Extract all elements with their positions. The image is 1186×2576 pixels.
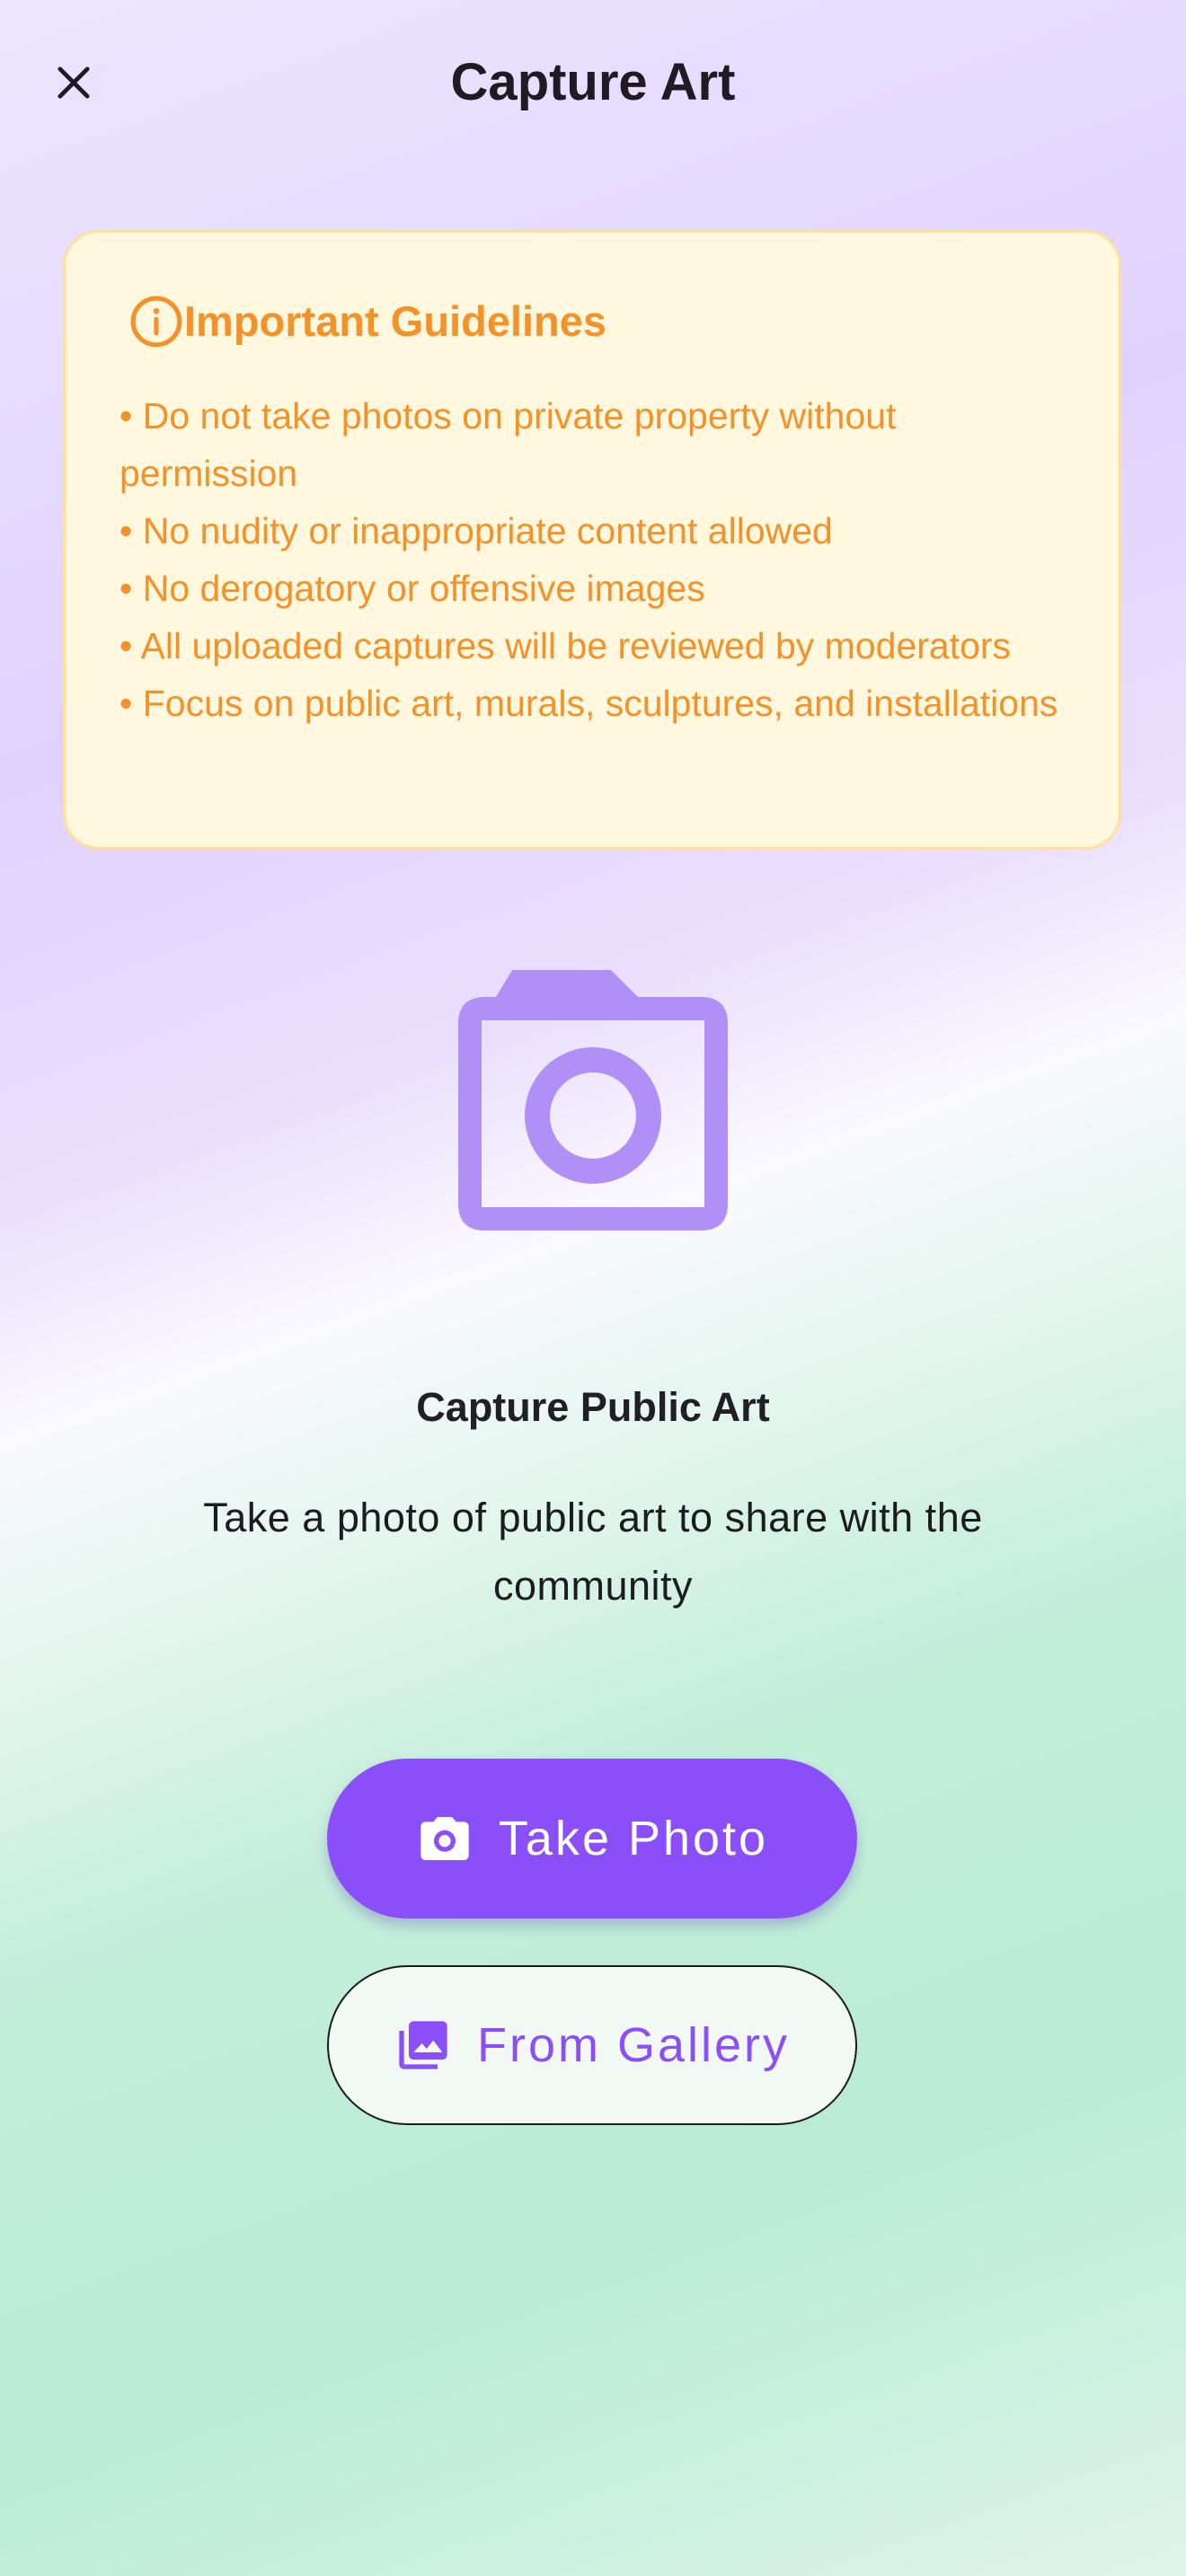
camera-icon [420, 1817, 469, 1860]
capture-art-screen: Capture Art Important Guidelines • Do no… [0, 0, 1186, 2576]
section-title: Capture Public Art [416, 1384, 770, 1430]
camera-icon [458, 970, 728, 1231]
guidelines-header: Important Guidelines [184, 294, 1067, 349]
guideline-item: • No derogatory or offensive images [119, 568, 705, 609]
guideline-item: • No nudity or inappropriate content all… [119, 510, 833, 551]
page-title: Capture Art [450, 53, 736, 111]
guideline-item: • Do not take photos on private property… [119, 395, 897, 494]
guideline-item: • Focus on public art, murals, sculpture… [119, 683, 1058, 724]
guidelines-card: Important Guidelines • Do not take photo… [63, 230, 1121, 850]
info-icon [130, 296, 182, 348]
guideline-item: • All uploaded captures will be reviewed… [119, 625, 1012, 666]
guidelines-list: • Do not take photos on private property… [119, 387, 1067, 732]
section-description: Take a photo of public art to share with… [203, 1495, 983, 1609]
take-photo-button[interactable]: Take Photo [327, 1759, 857, 1919]
from-gallery-label: From Gallery [476, 2018, 791, 2072]
guidelines-title: Important Guidelines [184, 297, 607, 345]
close-icon [58, 66, 90, 99]
from-gallery-button[interactable]: From Gallery [327, 1965, 857, 2125]
gallery-icon [399, 2021, 447, 2069]
take-photo-label: Take Photo [498, 1812, 769, 1866]
close-button[interactable] [38, 47, 110, 119]
